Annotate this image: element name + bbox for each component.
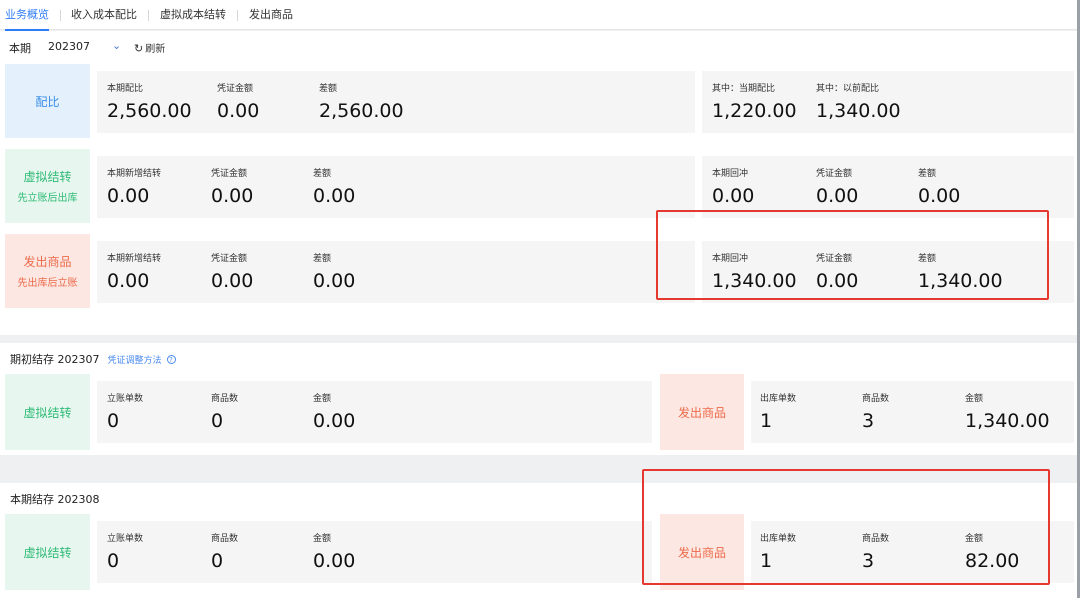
shipped-tag-label: 发出商品	[23, 255, 72, 269]
opening-shipped-goods: 商品数 3	[862, 394, 890, 432]
virtual-difference: 差额 0.00	[313, 169, 356, 207]
voucher-adjust-link[interactable]: 凭证调整方法	[108, 356, 162, 366]
period-bar: 本期 202307 ⌄ ↻ 刷新	[0, 31, 1080, 61]
virtual-right-difference: 差额 0.00	[918, 169, 961, 207]
opening-title: 期初结存 202307 凭证调整方法?	[10, 351, 176, 367]
closing-shipped-count: 出库单数 1	[760, 534, 797, 572]
closing-shipped-amount: 金额 82.00	[965, 534, 1020, 572]
shipped-right-voucher: 凭证金额 0.00	[816, 254, 859, 292]
period-label: 本期	[9, 42, 31, 55]
shipped-right-card: 本期回冲 1,340.00 凭证金额 0.00 差额 1,340.00	[702, 241, 1074, 303]
closing-title-label: 本期结存	[10, 493, 54, 506]
virtual-voucher-amount: 凭证金额 0.00	[211, 169, 254, 207]
closing-virtual-count: 立账单数 0	[107, 534, 144, 572]
shipped-voucher-amount: 凭证金额 0.00	[211, 254, 254, 292]
opening-title-label: 期初结存	[10, 353, 54, 366]
help-icon[interactable]: ?	[166, 355, 176, 364]
shipped-tag-sub: 先出库后立账	[17, 278, 78, 289]
opening-shipped-tag: 发出商品	[660, 374, 744, 450]
shipped-difference: 差额 0.00	[313, 254, 356, 292]
refresh-button[interactable]: ↻ 刷新	[134, 40, 165, 55]
tab-divider	[148, 10, 149, 21]
tab-revenue-cost-match[interactable]: 收入成本配比	[71, 0, 137, 30]
opening-virtual-count: 立账单数 0	[107, 394, 144, 432]
refresh-label: 刷新	[145, 44, 166, 55]
chevron-down-icon[interactable]: ⌄	[112, 39, 121, 52]
shipped-right-difference: 差额 1,340.00	[918, 254, 1003, 292]
closing-title: 本期结存 202308	[10, 491, 100, 507]
opening-shipped-amount: 金额 1,340.00	[965, 394, 1050, 432]
tab-bar: 业务概览 收入成本配比 虚拟成本结转 发出商品	[0, 0, 1080, 31]
closing-virtual-card: 立账单数 0 商品数 0 金额 0.00	[97, 521, 652, 583]
shipped-new-carryover: 本期新增结转 0.00	[107, 254, 162, 292]
tab-virtual-cost-carryover[interactable]: 虚拟成本结转	[160, 0, 226, 30]
match-difference: 差额 2,560.00	[319, 84, 404, 122]
tab-shipped-goods[interactable]: 发出商品	[249, 0, 293, 30]
virtual-right-card: 本期回冲 0.00 凭证金额 0.00 差额 0.00	[702, 156, 1074, 218]
match-this-period: 本期配比 2,560.00	[107, 84, 192, 122]
closing-virtual-goods: 商品数 0	[211, 534, 239, 572]
shipped-reversal: 本期回冲 1,340.00	[712, 254, 797, 292]
opening-virtual-tag-label: 虚拟结转	[23, 405, 72, 420]
tab-divider	[60, 10, 61, 21]
opening-shipped-count: 出库单数 1	[760, 394, 797, 432]
opening-virtual-tag: 虚拟结转	[5, 374, 90, 450]
opening-shipped-tag-label: 发出商品	[677, 405, 726, 420]
virtual-reversal: 本期回冲 0.00	[712, 169, 755, 207]
virtual-tag-label: 虚拟结转	[23, 170, 72, 184]
tab-business-overview[interactable]: 业务概览	[5, 0, 49, 31]
match-current-period: 其中：当期配比 1,220.00	[712, 84, 797, 122]
virtual-right-voucher: 凭证金额 0.00	[816, 169, 859, 207]
opening-virtual-goods: 商品数 0	[211, 394, 239, 432]
opening-virtual-card: 立账单数 0 商品数 0 金额 0.00	[97, 381, 652, 443]
virtual-left-card: 本期新增结转 0.00 凭证金额 0.00 差额 0.00	[97, 156, 695, 218]
virtual-tag: 虚拟结转 先立账后出库	[5, 149, 90, 223]
refresh-icon: ↻	[134, 42, 144, 55]
opening-virtual-amount: 金额 0.00	[313, 394, 356, 432]
shipped-left-card: 本期新增结转 0.00 凭证金额 0.00 差额 0.00	[97, 241, 695, 303]
match-tag: 配比	[5, 64, 90, 138]
closing-virtual-tag-label: 虚拟结转	[23, 545, 72, 560]
closing-period: 202308	[57, 493, 100, 506]
closing-shipped-tag-label: 发出商品	[677, 545, 726, 560]
period-select[interactable]: 202307	[48, 40, 90, 53]
opening-shipped-card: 出库单数 1 商品数 3 金额 1,340.00	[751, 381, 1074, 443]
virtual-tag-sub: 先立账后出库	[17, 193, 78, 204]
closing-shipped-goods: 商品数 3	[862, 534, 890, 572]
match-right-card: 其中：当期配比 1,220.00 其中：以前配比 1,340.00	[702, 71, 1074, 133]
closing-shipped-tag: 发出商品	[660, 514, 744, 590]
match-left-card: 本期配比 2,560.00 凭证金额 0.00 差额 2,560.00	[97, 71, 695, 133]
closing-virtual-tag: 虚拟结转	[5, 514, 90, 590]
tab-divider	[237, 10, 238, 21]
closing-virtual-amount: 金额 0.00	[313, 534, 356, 572]
match-prior-period: 其中：以前配比 1,340.00	[816, 84, 901, 122]
closing-shipped-card: 出库单数 1 商品数 3 金额 82.00	[751, 521, 1074, 583]
opening-period: 202307	[57, 353, 100, 366]
match-voucher-amount: 凭证金额 0.00	[217, 84, 260, 122]
virtual-new-carryover: 本期新增结转 0.00	[107, 169, 162, 207]
match-tag-label: 配比	[35, 94, 60, 109]
shipped-tag: 发出商品 先出库后立账	[5, 234, 90, 308]
